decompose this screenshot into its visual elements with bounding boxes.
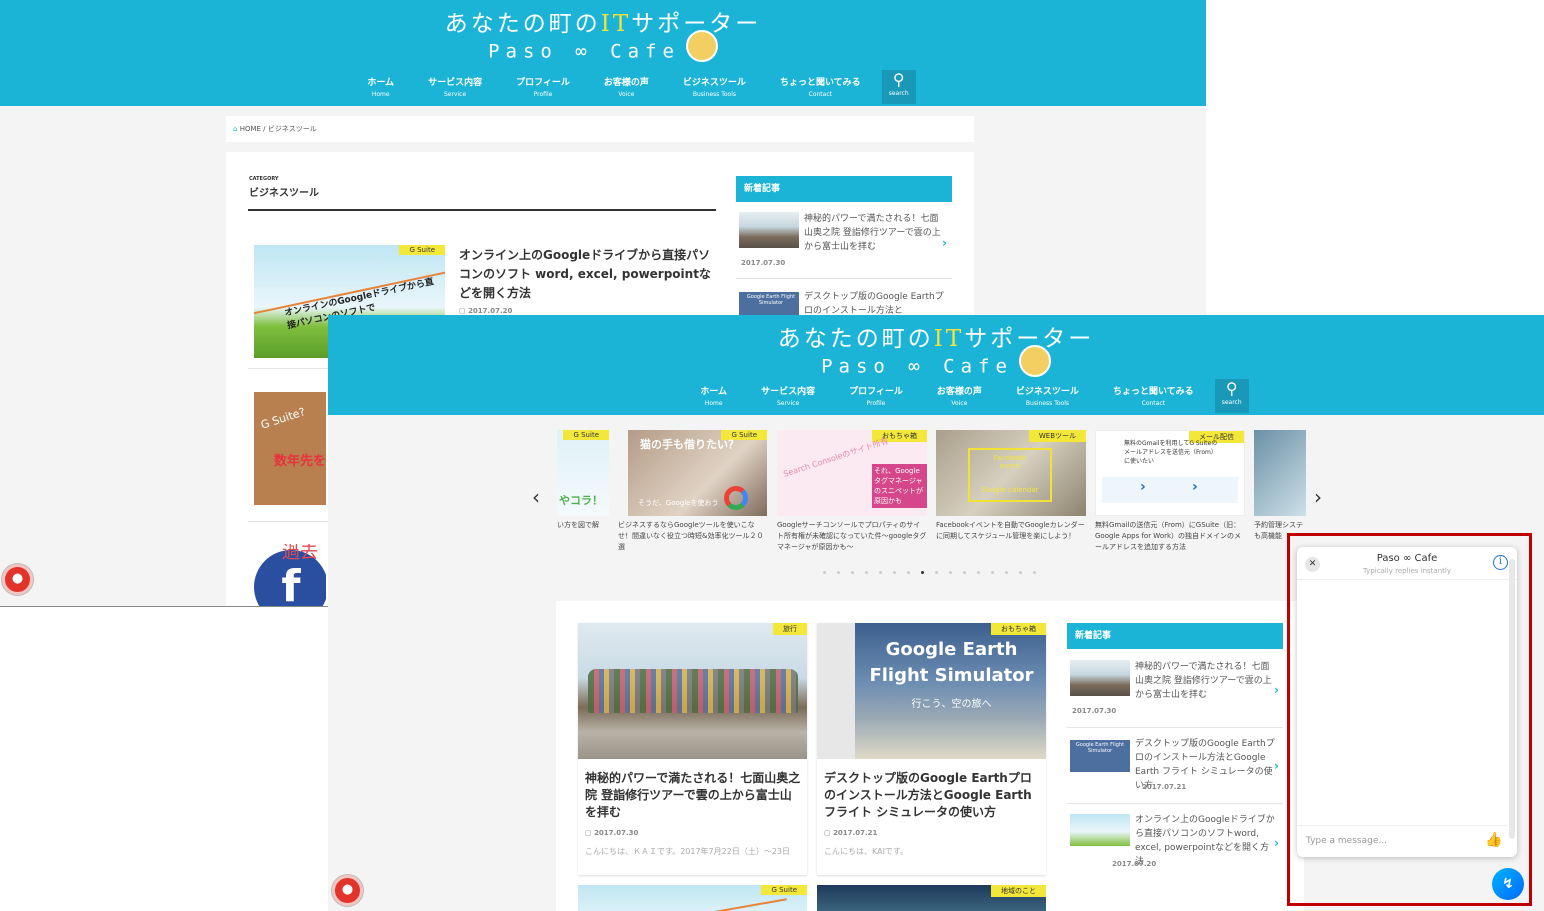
home-icon: ⌂	[233, 125, 238, 133]
nav-voice[interactable]: お客様の声 Voice	[587, 70, 666, 104]
post-thumb-2[interactable]: おもちゃ箱 Google Earth Flight Simulator 行こう、…	[817, 623, 1046, 759]
search-button[interactable]: ⚲ search	[1214, 379, 1249, 413]
article-thumbnail-2[interactable]: G Suite? 数年先を	[254, 392, 326, 505]
article-thumbnail-3[interactable]: f 過去	[254, 544, 326, 607]
article-tag: G Suite	[399, 245, 445, 255]
messenger-icon[interactable]: ↯	[1492, 868, 1524, 900]
post-card-2[interactable]: おもちゃ箱 Google Earth Flight Simulator 行こう、…	[817, 623, 1046, 875]
breadcrumb: ⌂ HOME / ビジネスツール	[226, 116, 974, 142]
front-site-title[interactable]: あなたの町のITサポーター	[328, 319, 1544, 353]
carousel-thumb-5[interactable]: メール配信 無料のGmailを利用してG Suiteのメールアドレスを送信元（F…	[1095, 430, 1245, 516]
nav-business-tools[interactable]: ビジネスツール Business Tools	[666, 70, 763, 104]
chat-status: Typically replies instantly	[1363, 567, 1451, 575]
chat-panel: ✕ Paso ∞ Cafe Typically replies instantl…	[1297, 547, 1517, 857]
nav-voice[interactable]: お客様の声 Voice	[920, 379, 999, 413]
article-title[interactable]: オンライン上のGoogleドライブから直接パソコンのソフト word, exce…	[459, 246, 717, 303]
chat-message-input[interactable]: Type a message...	[1306, 836, 1387, 846]
back-sidebar-title-1[interactable]: 神秘的パワーで満たされる！七面山奥之院 登詣修行ツアーで雲の上から富士山を拝む	[804, 212, 944, 254]
chevron-right-icon: ›	[942, 236, 947, 250]
google-logo-icon	[724, 486, 748, 510]
nav-service[interactable]: サービス内容 Service	[744, 379, 832, 413]
carousel-caption-3[interactable]: Googleサーチコンソールでプロパティのサイト所有権が未確認になっていた件～g…	[777, 520, 927, 553]
notification-bell-icon[interactable]: ●	[332, 875, 363, 906]
front-sidebar-thumb-2[interactable]: Google Earth Flight Simulator	[1070, 740, 1130, 772]
post-card-4[interactable]: 地域のこと	[817, 885, 1046, 911]
chat-close-button[interactable]: ✕	[1305, 557, 1320, 572]
info-icon[interactable]: i	[1493, 555, 1508, 570]
post-thumb-1[interactable]: 旅行	[578, 623, 807, 759]
article-date: ▢ 2017.07.20	[459, 307, 513, 315]
notification-bell-icon[interactable]: ●	[2, 564, 33, 595]
carousel-caption-4[interactable]: Facebookイベントを自動でGoogleカレンダーに同期してスケジュール管理…	[936, 520, 1086, 542]
carousel-prev-button[interactable]: ‹	[532, 485, 540, 509]
back-site-title[interactable]: あなたの町のITサポーター	[0, 4, 1206, 38]
carousel-caption-1[interactable]: い方を図で解	[557, 520, 609, 531]
search-icon: ⚲	[1225, 379, 1238, 398]
carousel-next-button[interactable]: ›	[1314, 485, 1322, 509]
mascot-icon	[1018, 345, 1051, 377]
carousel-thumb-2[interactable]: G Suite 猫の手も借りたい？ そうだ、Googleを使おう	[628, 430, 767, 516]
carousel-thumb-3[interactable]: おもちゃ箱 Search Consoleのサイト所有 それ、Googleタグマネ…	[777, 430, 927, 516]
carousel-caption-2[interactable]: ビジネスするならGoogleツールを使いこなせ！間違いなく役立つ時短&効率化ツー…	[618, 520, 768, 553]
back-sidebar-heading: 新着記事	[736, 176, 952, 202]
front-main-nav: ホーム Home サービス内容 Service プロフィール Profile お客様の…	[328, 379, 1544, 413]
breadcrumb-home[interactable]: HOME	[240, 125, 261, 133]
nav-profile[interactable]: プロフィール Profile	[832, 379, 920, 413]
nav-profile[interactable]: プロフィール Profile	[499, 70, 587, 104]
mascot-icon	[685, 30, 718, 62]
search-button[interactable]: ⚲ search	[881, 70, 916, 104]
post-title-2[interactable]: デスクトップ版のGoogle Earthプロのインストール方法とGoogle E…	[824, 770, 1040, 821]
front-sidebar-thumb-1[interactable]	[1070, 660, 1130, 696]
nav-home[interactable]: ホーム Home	[683, 379, 744, 413]
category-kicker: CATEGORY	[249, 176, 279, 182]
nav-contact[interactable]: ちょっと聞いてみる Contact	[763, 70, 878, 104]
carousel-thumb-4[interactable]: WEBツール Facebook event Google calendar	[936, 430, 1086, 516]
carousel-caption-5[interactable]: 無料Gmailの送信元（From）にGSuite（旧：Google Apps f…	[1095, 520, 1245, 553]
front-sidebar-thumb-3[interactable]	[1070, 814, 1130, 846]
front-site-header: あなたの町のITサポーター Paso ∞ Cafe ホーム Home サービス内容…	[328, 315, 1544, 415]
back-window-edge	[0, 606, 328, 607]
carousel-thumb-6[interactable]	[1254, 430, 1306, 516]
category-title: ビジネスツール	[249, 188, 319, 199]
back-main-nav: ホーム Home サービス内容 Service プロフィール Profile お客様の…	[0, 70, 1206, 104]
carousel-thumb-1[interactable]: G Suite やコラ！	[557, 430, 609, 516]
post-title-1[interactable]: 神秘的パワーで満たされる！七面山奥之院 登詣修行ツアーで雲の上から富士山を拝む	[585, 770, 801, 821]
thumbs-up-icon[interactable]: 👍	[1485, 832, 1502, 848]
nav-home[interactable]: ホーム Home	[350, 70, 411, 104]
post-card-3[interactable]: G Suite	[578, 885, 807, 911]
chevron-right-icon: ›	[1274, 836, 1279, 850]
post-card-1[interactable]: 旅行 神秘的パワーで満たされる！七面山奥之院 登詣修行ツアーで雲の上から富士山を…	[578, 623, 807, 875]
back-site-header: あなたの町のITサポーター Paso ∞ Cafe ホーム Home サービス内容…	[0, 0, 1206, 106]
chat-scrollbar[interactable]	[1509, 559, 1515, 839]
chevron-right-icon: ›	[1274, 683, 1279, 697]
chat-page-name: Paso ∞ Cafe	[1376, 553, 1438, 564]
search-icon: ⚲	[892, 70, 905, 89]
nav-contact[interactable]: ちょっと聞いてみる Contact	[1096, 379, 1211, 413]
front-sidebar-heading: 新着記事	[1067, 623, 1283, 649]
nav-business-tools[interactable]: ビジネスツール Business Tools	[999, 379, 1096, 413]
back-sidebar-thumb-1[interactable]	[739, 212, 799, 248]
category-underline	[248, 209, 716, 211]
chevron-right-icon: ›	[1274, 759, 1279, 773]
back-site-subtitle[interactable]: Paso ∞ Cafe	[0, 30, 1206, 68]
breadcrumb-current: ビジネスツール	[267, 125, 317, 133]
nav-service[interactable]: サービス内容 Service	[411, 70, 499, 104]
back-sidebar-title-2[interactable]: デスクトップ版のGoogle Earthプロのインストール方法と	[804, 290, 944, 318]
